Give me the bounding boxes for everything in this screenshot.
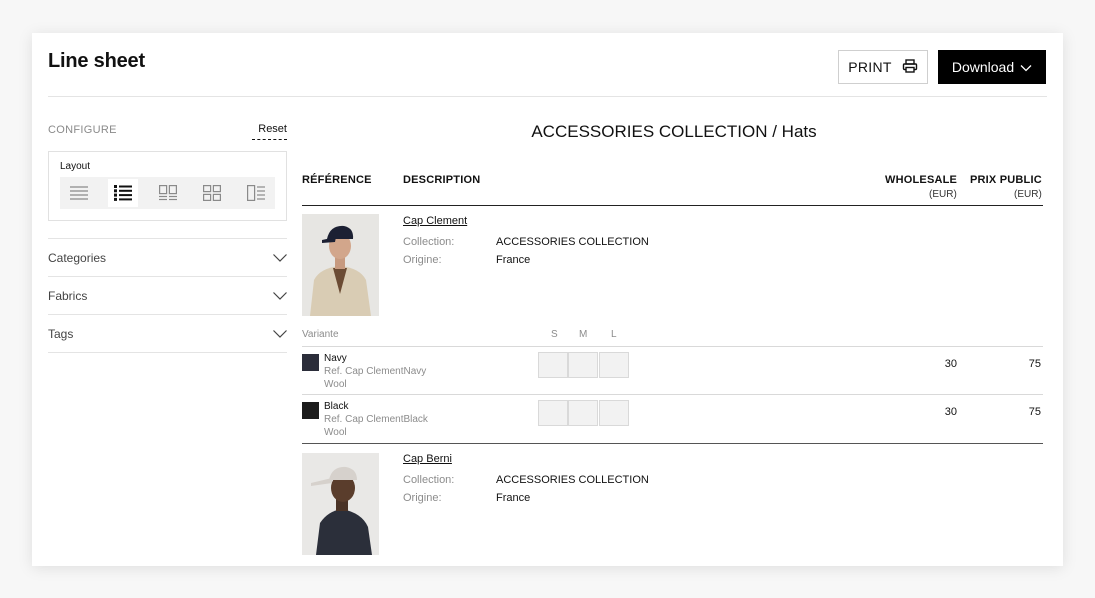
download-button[interactable]: Download xyxy=(938,50,1046,84)
filter-label: Categories xyxy=(48,250,107,265)
col-retail: PRIX PUBLIC xyxy=(970,174,1042,186)
layout-label: Layout xyxy=(60,161,91,172)
product-image xyxy=(302,453,379,555)
layout-options xyxy=(60,177,275,209)
origin-label: Origine: xyxy=(403,254,442,266)
collection-label: Collection: xyxy=(403,474,455,486)
origin-value: France xyxy=(496,492,531,504)
product-rule xyxy=(302,443,1043,444)
col-wholesale-unit: (EUR) xyxy=(929,189,957,200)
table-header-rule xyxy=(302,205,1043,206)
col-reference: RÉFÉRENCE xyxy=(302,174,372,186)
product-name-link[interactable]: Cap Berni xyxy=(403,453,452,465)
chevron-down-icon xyxy=(273,251,287,265)
color-swatch xyxy=(302,354,319,371)
size-header-m: M xyxy=(579,329,588,340)
list-detailed-icon[interactable] xyxy=(108,179,139,207)
chevron-down-icon xyxy=(273,327,287,341)
qty-input-s[interactable] xyxy=(538,400,568,426)
header-divider xyxy=(48,96,1047,97)
col-description: DESCRIPTION xyxy=(403,174,481,186)
filter-fabrics[interactable]: Fabrics xyxy=(48,276,287,314)
col-retail-unit: (EUR) xyxy=(1014,189,1042,200)
chevron-down-icon xyxy=(1020,59,1032,75)
size-header-l: L xyxy=(611,329,617,340)
qty-input-l[interactable] xyxy=(599,400,629,426)
qty-input-s[interactable] xyxy=(538,352,568,378)
retail-price: 75 xyxy=(1028,406,1041,418)
download-label: Download xyxy=(951,59,1015,75)
variant-material: Wool xyxy=(324,379,347,390)
wholesale-price: 30 xyxy=(944,406,957,418)
variant-rule xyxy=(302,346,1043,347)
collection-title: ACCESSORIES COLLECTION / Hats xyxy=(531,122,817,141)
collection-value: ACCESSORIES COLLECTION xyxy=(496,474,649,486)
page-title: Line sheet xyxy=(48,50,145,72)
filter-categories[interactable]: Categories xyxy=(48,238,287,276)
size-header-s: S xyxy=(551,329,558,340)
wholesale-price: 30 xyxy=(944,358,957,370)
col-wholesale: WHOLESALE xyxy=(885,174,958,186)
printer-icon xyxy=(902,58,918,76)
print-label: PRINT xyxy=(848,59,892,75)
qty-input-m[interactable] xyxy=(568,400,598,426)
filter-tags[interactable]: Tags xyxy=(48,314,287,352)
variant-name: Black xyxy=(324,401,349,412)
print-button[interactable]: PRINT xyxy=(838,50,928,84)
reset-link[interactable]: Reset xyxy=(252,123,287,140)
filter-label: Fabrics xyxy=(48,288,88,303)
product-image xyxy=(302,214,379,316)
collection-value: ACCESSORIES COLLECTION xyxy=(496,236,649,248)
grid-small-icon[interactable] xyxy=(197,179,227,207)
retail-price: 75 xyxy=(1028,358,1041,370)
variant-header: Variante xyxy=(302,329,339,340)
variant-name: Navy xyxy=(324,353,347,364)
chevron-down-icon xyxy=(273,289,287,303)
variant-rule xyxy=(302,394,1043,395)
layout-selector: Layout xyxy=(48,151,287,221)
variant-ref: Ref. Cap ClementNavy xyxy=(324,366,427,377)
configure-label: CONFIGURE xyxy=(48,124,117,136)
detail-panel-icon[interactable] xyxy=(241,179,271,207)
filter-label: Tags xyxy=(48,326,74,341)
variant-material: Wool xyxy=(324,427,347,438)
line-sheet-panel: Line sheet PRINT Download CONFIGURE Rese… xyxy=(32,33,1063,566)
grid-large-icon[interactable] xyxy=(153,179,183,207)
color-swatch xyxy=(302,402,319,419)
origin-label: Origine: xyxy=(403,492,442,504)
qty-input-m[interactable] xyxy=(568,352,598,378)
sidebar-divider xyxy=(48,352,287,353)
list-compact-icon[interactable] xyxy=(64,179,94,207)
variant-ref: Ref. Cap ClementBlack xyxy=(324,414,428,425)
origin-value: France xyxy=(496,254,531,266)
qty-input-l[interactable] xyxy=(599,352,629,378)
collection-label: Collection: xyxy=(403,236,455,248)
product-name-link[interactable]: Cap Clement xyxy=(403,215,467,227)
